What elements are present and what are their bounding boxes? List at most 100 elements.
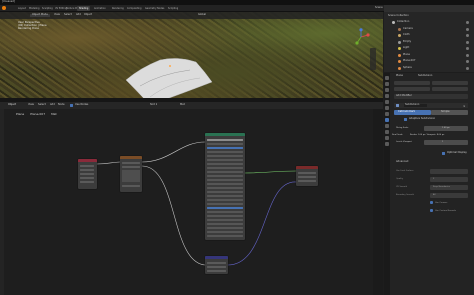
advanced-panel-toggle[interactable]: Advanced: [396, 160, 408, 164]
navigation-gizmo-icon[interactable]: [352, 28, 370, 46]
modifier-row[interactable]: Subdivision ×: [394, 103, 468, 108]
bsdf-input-row[interactable]: [207, 179, 243, 181]
field-input[interactable]: 1: [424, 140, 468, 145]
visibility-eye-icon[interactable]: [466, 60, 469, 64]
bsdf-input-row[interactable]: [207, 223, 243, 225]
mode-selector[interactable]: Object Mode: [30, 14, 50, 17]
properties-tabs[interactable]: [384, 73, 390, 295]
bsdf-input-row[interactable]: [207, 191, 243, 193]
bsdf-input-row[interactable]: [207, 175, 243, 177]
bsdf-input-row[interactable]: [207, 159, 243, 161]
texture-coordinate-node[interactable]: [78, 159, 97, 189]
outliner-item-camera[interactable]: Camera: [403, 27, 413, 31]
viewport-menu-select[interactable]: Select: [64, 14, 72, 17]
field-input[interactable]: 1.00 px: [424, 126, 468, 131]
bsdf-input-row[interactable]: [207, 187, 243, 189]
principled-bsdf-node[interactable]: [205, 133, 245, 240]
bsdf-input-row[interactable]: [207, 139, 243, 141]
properties-tab-icon[interactable]: [385, 142, 389, 146]
advanced-checkbox[interactable]: [430, 201, 433, 204]
add-modifier-button[interactable]: Add Modifier: [394, 94, 468, 99]
adaptive-subdivision-checkbox[interactable]: [404, 118, 407, 121]
properties-panel[interactable]: Plane Subdivision Add Modifier Subdivisi…: [384, 73, 474, 295]
material-output-node[interactable]: [296, 166, 318, 186]
visibility-eye-icon[interactable]: [466, 53, 469, 57]
workspace-tab-rendering[interactable]: Rendering: [110, 6, 126, 11]
viewport-menu-object[interactable]: Object: [84, 14, 92, 17]
bsdf-input-row[interactable]: [207, 235, 243, 237]
properties-tab-icon[interactable]: [385, 118, 389, 122]
properties-tab-icon[interactable]: [385, 88, 389, 92]
bsdf-input-row[interactable]: [207, 151, 243, 153]
transform-orientation[interactable]: Global: [198, 14, 206, 17]
outliner-item-sphere[interactable]: Sphere: [403, 66, 412, 70]
visibility-eye-icon[interactable]: [466, 21, 469, 25]
bsdf-input-row[interactable]: [207, 155, 243, 157]
node-header: [205, 256, 228, 259]
workspace-tab-animation[interactable]: Animation: [92, 6, 108, 11]
bsdf-input-row[interactable]: [207, 171, 243, 173]
properties-tab-icon[interactable]: [385, 94, 389, 98]
3d-viewport[interactable]: Object Mode View Select Add Object Globa…: [0, 12, 383, 98]
bsdf-input-row[interactable]: [207, 147, 243, 149]
visibility-eye-icon[interactable]: [466, 34, 469, 38]
outliner-item-plane[interactable]: Plane: [403, 53, 410, 57]
properties-tab-icon[interactable]: [385, 106, 389, 110]
properties-tab-icon[interactable]: [385, 82, 389, 86]
outliner-root[interactable]: Scene Collection: [388, 14, 409, 18]
blender-logo-icon[interactable]: [2, 6, 6, 10]
advanced-field-input[interactable]: [430, 177, 468, 182]
bsdf-input-row[interactable]: [207, 219, 243, 221]
visibility-eye-icon[interactable]: [466, 40, 469, 44]
workspace-tab-geometry-nodes[interactable]: Geometry Nodes: [143, 6, 166, 11]
visibility-eye-icon[interactable]: [466, 27, 469, 31]
bsdf-input-row[interactable]: [207, 203, 243, 205]
properties-tab-icon[interactable]: [385, 124, 389, 128]
displacement-node[interactable]: [205, 256, 228, 274]
optimal-display-checkbox[interactable]: [442, 152, 445, 155]
advanced-checkbox[interactable]: [430, 209, 433, 212]
properties-tab-icon[interactable]: [385, 76, 389, 80]
workspace-tab-shading[interactable]: Shading: [77, 6, 91, 11]
advanced-field-input[interactable]: [430, 169, 468, 174]
workspace-tab-compositing[interactable]: Compositing: [125, 6, 143, 11]
visibility-eye-icon[interactable]: [466, 66, 469, 70]
viewport-menu-add[interactable]: Add: [76, 14, 81, 17]
modifier-name-field[interactable]: Subdivision: [404, 104, 428, 107]
close-icon[interactable]: ×: [463, 104, 466, 108]
bsdf-input-row[interactable]: [207, 167, 243, 169]
bsdf-input-row[interactable]: [207, 143, 243, 145]
properties-tab-icon[interactable]: [385, 112, 389, 116]
bsdf-input-row[interactable]: [207, 163, 243, 165]
bsdf-input-row[interactable]: [207, 215, 243, 217]
catmull-clark-button[interactable]: Catmull-Clark: [394, 110, 431, 115]
outliner-item-collection[interactable]: Collection: [397, 20, 409, 24]
shader-node-editor[interactable]: Object View Select Add Node Use Nodes Sl…: [0, 102, 383, 295]
properties-tab-icon[interactable]: [385, 130, 389, 134]
outliner-item-light[interactable]: Light: [403, 46, 409, 50]
image-texture-node[interactable]: [120, 156, 142, 192]
bsdf-input-row[interactable]: [207, 183, 243, 185]
bsdf-input-row[interactable]: [207, 199, 243, 201]
viewport-navigation-tools[interactable]: [370, 48, 376, 70]
workspace-tab-scripting[interactable]: Scripting: [166, 6, 180, 11]
bsdf-input-row[interactable]: [207, 227, 243, 229]
bsdf-input-row[interactable]: [207, 231, 243, 233]
outliner-panel[interactable]: Scene Collection Collection Camera Cloth Em…: [384, 5, 474, 72]
simple-button[interactable]: Simple: [431, 110, 468, 115]
advanced-field-input[interactable]: [430, 193, 468, 198]
bsdf-input-row[interactable]: [207, 211, 243, 213]
bsdf-input-row[interactable]: [207, 195, 243, 197]
scene-selector[interactable]: Scene: [375, 6, 383, 10]
visibility-eye-icon[interactable]: [466, 47, 469, 51]
advanced-field-value: Use Creases: [435, 202, 448, 204]
properties-tab-icon[interactable]: [385, 100, 389, 104]
outliner-item-cloth[interactable]: Cloth: [403, 33, 410, 37]
outliner-item-plane-007[interactable]: Plane.007: [403, 59, 415, 63]
outliner-item-empty[interactable]: Empty: [403, 40, 411, 44]
node-header: [205, 133, 245, 136]
properties-tab-icon[interactable]: [385, 136, 389, 140]
viewport-menu-view[interactable]: View: [54, 14, 60, 17]
cloth-plane-object[interactable]: [0, 12, 383, 98]
bsdf-input-row[interactable]: [207, 207, 243, 209]
